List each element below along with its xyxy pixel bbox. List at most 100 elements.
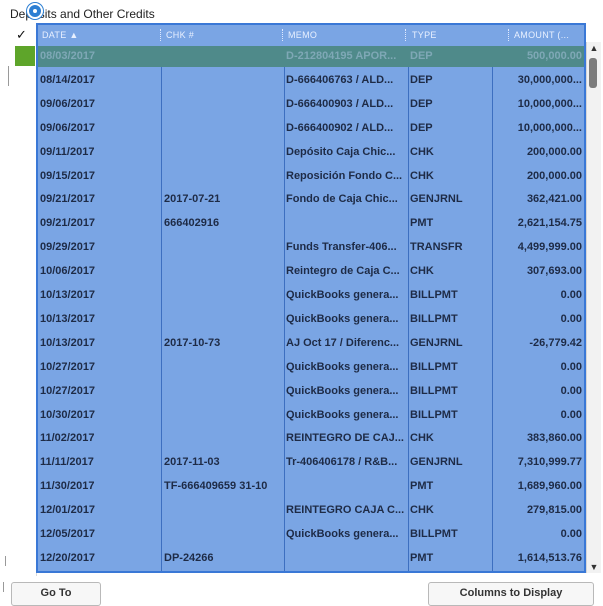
cell-date: 12/20/2017 — [40, 551, 96, 564]
table-row[interactable]: 11/30/2017 TF-666409659 31-10 PMT 1,689,960… — [38, 476, 584, 497]
cell-type: DEP — [410, 121, 433, 134]
column-header-date[interactable]: DATE ▲ — [42, 30, 79, 40]
column-separator[interactable] — [508, 29, 510, 41]
cell-date: 09/21/2017 — [40, 193, 96, 206]
cell-date: 08/14/2017 — [40, 73, 96, 86]
table-row[interactable]: 09/06/2017 D-666400902 / ALD... DEP 10,000,… — [38, 118, 584, 139]
table-row[interactable]: 08/03/2017 D-212804195 APOR... DEP 500,000.… — [38, 46, 584, 67]
left-tick-mark — [3, 582, 4, 592]
table-row[interactable]: 12/05/2017 QuickBooks genera... BILLPMT 0.0… — [38, 524, 584, 545]
cell-memo: Depósito Caja Chic... — [286, 145, 396, 158]
cell-memo: D-666400902 / ALD... — [286, 121, 394, 134]
table-row[interactable]: 10/13/2017 QuickBooks genera... BILLPMT 0.0… — [38, 285, 584, 306]
columns-to-display-button[interactable]: Columns to Display — [428, 582, 594, 606]
table-row[interactable]: 10/30/2017 QuickBooks genera... BILLPMT 0.0… — [38, 405, 584, 426]
table-row[interactable]: 11/02/2017 REINTEGRO DE CAJ... CHK 383,860.… — [38, 428, 584, 449]
table-row[interactable]: 10/27/2017 QuickBooks genera... BILLPMT 0.0… — [38, 357, 584, 378]
cell-date: 09/06/2017 — [40, 121, 96, 134]
cell-chk: DP-24266 — [164, 551, 214, 564]
cell-date: 09/29/2017 — [40, 241, 96, 254]
cell-type: BILLPMT — [410, 312, 458, 325]
scroll-thumb[interactable] — [589, 58, 597, 88]
cell-type: GENJRNL — [410, 456, 463, 469]
cell-type: CHK — [410, 432, 434, 445]
cell-memo: D-666406763 / ALD... — [286, 73, 394, 86]
cell-chk: TF-666409659 31-10 — [164, 480, 268, 493]
table-row[interactable]: 10/27/2017 QuickBooks genera... BILLPMT 0.0… — [38, 381, 584, 402]
scroll-down-icon[interactable]: ▼ — [589, 562, 599, 572]
cell-amount: 362,421.00 — [526, 193, 582, 206]
cell-amount: 279,815.00 — [526, 504, 582, 517]
cell-date: 10/06/2017 — [40, 265, 96, 278]
table-row[interactable]: 09/11/2017 Depósito Caja Chic... CHK 200,00… — [38, 142, 584, 163]
cell-memo: QuickBooks genera... — [286, 384, 399, 397]
column-separator[interactable] — [405, 29, 407, 41]
transactions-grid: DATE ▲ CHK # MEMO TYPE AMOUNT (... 08/03… — [36, 23, 586, 573]
cell-amount: 200,000.00 — [526, 169, 582, 182]
cell-type: PMT — [410, 480, 434, 493]
column-header-memo[interactable]: MEMO — [288, 30, 317, 40]
cell-date: 10/27/2017 — [40, 360, 96, 373]
cell-memo: D-666400903 / ALD... — [286, 97, 394, 110]
column-header-amount[interactable]: AMOUNT (... — [514, 30, 569, 40]
cell-amount: 10,000,000... — [517, 97, 582, 110]
go-to-button[interactable]: Go To — [11, 582, 101, 606]
cell-chk: 666402916 — [164, 217, 220, 230]
cell-date: 10/13/2017 — [40, 289, 96, 301]
cell-type: CHK — [410, 265, 434, 278]
selected-row-check-icon[interactable] — [15, 46, 35, 66]
cell-amount: 307,693.00 — [526, 265, 582, 278]
cell-amount: 383,860.00 — [526, 432, 582, 445]
column-header-chk[interactable]: CHK # — [166, 30, 194, 40]
cell-type: DEP — [410, 73, 433, 86]
table-row[interactable]: 10/13/2017 QuickBooks genera... BILLPMT 0.0… — [38, 309, 584, 330]
table-row[interactable]: 09/21/2017 666402916 PMT 2,621,154.75 — [38, 213, 584, 234]
table-row[interactable]: 09/15/2017 Reposición Fondo C... CHK 200,00… — [38, 166, 584, 187]
cell-date: 11/11/2017 — [40, 456, 94, 469]
scroll-up-icon[interactable]: ▲ — [589, 43, 599, 53]
cell-amount: -26,779.42 — [529, 336, 582, 349]
cell-memo: QuickBooks genera... — [286, 360, 399, 373]
table-row[interactable]: 09/21/2017 2017-07-21 Fondo de Caja Chic..… — [38, 189, 584, 210]
cell-type: BILLPMT — [410, 289, 458, 301]
table-row[interactable]: 09/29/2017 Funds Transfer-406... TRANSFR 4,… — [38, 237, 584, 258]
table-row[interactable]: 12/20/2017 DP-24266 PMT 1,614,513.76 — [38, 548, 584, 569]
cell-type: TRANSFR — [410, 241, 463, 254]
cell-type: CHK — [410, 504, 434, 517]
cell-type: PMT — [410, 217, 434, 230]
column-separator[interactable] — [282, 29, 284, 41]
cell-type: DEP — [410, 97, 433, 110]
cell-memo: Tr-406406178 / R&B... — [286, 456, 398, 469]
table-row[interactable]: 11/11/2017 2017-11-03 Tr-406406178 / R&B..… — [38, 452, 584, 473]
table-row[interactable]: 10/06/2017 Reintegro de Caja C... CHK 307,6… — [38, 261, 584, 282]
cell-date: 09/15/2017 — [40, 169, 96, 182]
check-column-header: ✓ — [16, 27, 27, 42]
cell-amount: 1,689,960.00 — [517, 480, 582, 493]
cell-type: BILLPMT — [410, 528, 458, 540]
cell-type: PMT — [410, 551, 434, 564]
cell-amount: 4,499,999.00 — [517, 241, 582, 254]
cell-amount: 30,000,000... — [517, 73, 582, 86]
cell-amount: 1,614,513.76 — [517, 551, 582, 564]
cell-memo: Funds Transfer-406... — [286, 241, 397, 254]
cell-amount: 200,000.00 — [526, 145, 582, 158]
cell-amount: 500,000.00 — [526, 50, 582, 62]
location-pin-icon — [27, 3, 43, 19]
column-header-type[interactable]: TYPE — [412, 30, 437, 40]
cell-memo: Fondo de Caja Chic... — [286, 193, 398, 206]
cell-memo: QuickBooks genera... — [286, 312, 399, 325]
table-row[interactable]: 09/06/2017 D-666400903 / ALD... DEP 10,000,… — [38, 94, 584, 115]
column-separator[interactable] — [160, 29, 162, 41]
row-marker-line — [8, 66, 9, 86]
vertical-scrollbar[interactable]: ▲ ▼ — [586, 42, 601, 573]
cell-amount: 0.00 — [560, 408, 582, 421]
cell-amount: 0.00 — [560, 528, 582, 540]
cell-date: 08/03/2017 — [40, 50, 96, 62]
cell-type: BILLPMT — [410, 360, 458, 373]
cell-amount: 0.00 — [560, 384, 582, 397]
table-row[interactable]: 12/01/2017 REINTEGRO CAJA C... CHK 279,815.… — [38, 500, 584, 521]
table-row[interactable]: 10/13/2017 2017-10-73 AJ Oct 17 / Diferenc… — [38, 333, 584, 354]
cell-type: DEP — [410, 50, 433, 62]
table-row[interactable]: 08/14/2017 D-666406763 / ALD... DEP 30,000,… — [38, 70, 584, 91]
left-tick-mark — [5, 556, 6, 566]
